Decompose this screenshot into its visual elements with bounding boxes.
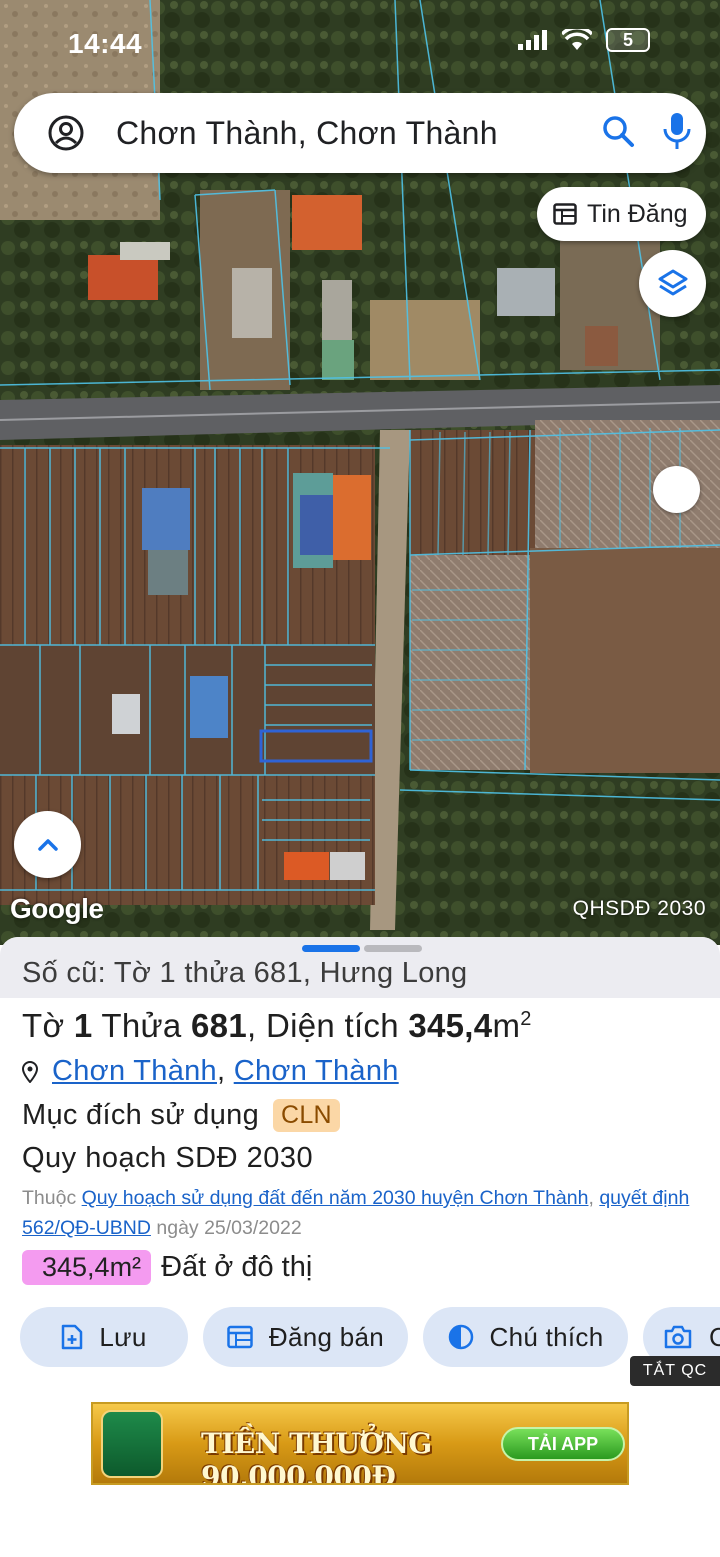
purpose-code-badge: CLN	[273, 1099, 340, 1132]
handle-inactive[interactable]	[364, 945, 422, 952]
google-logo: Google	[10, 893, 104, 924]
layers-icon	[658, 269, 687, 295]
area-value: 345,4	[408, 1007, 493, 1044]
search-bar[interactable]: Chơn Thành, Chơn Thành	[14, 93, 706, 173]
signal-icon	[518, 30, 547, 50]
parcel-number: 681	[191, 1007, 247, 1044]
area-badge: 345,4m²	[22, 1250, 152, 1285]
ad-download-button[interactable]: TẢI APP	[501, 1427, 625, 1461]
purpose-label: Mục đích sử dụng	[22, 1099, 259, 1131]
parcel-label: Thửa	[101, 1007, 182, 1044]
map-layer-label: QHSDĐ 2030	[572, 897, 706, 920]
map-view[interactable]: 14:44 5 Chơn Thành, Chơn Thành Tin Đăng …	[0, 0, 720, 945]
expand-up-button[interactable]	[14, 811, 81, 878]
status-time: 14:44	[68, 28, 143, 59]
wifi-icon	[562, 29, 592, 50]
plan-description: Thuộc Quy hoạch sử dụng đất đến năm 2030…	[22, 1187, 690, 1239]
camera-icon	[664, 1325, 692, 1349]
battery-icon: 5	[606, 28, 650, 52]
capture-label: C	[709, 1321, 720, 1352]
old-parcel-number: Số cũ: Tờ 1 thửa 681, Hưng Long	[22, 957, 468, 989]
sheet-number: 1	[73, 1007, 93, 1044]
legend-label: Chú thích	[489, 1321, 604, 1352]
plan-title: Quy hoạch SDĐ 2030	[22, 1142, 314, 1174]
zoning-area: 345,4m² Đất ở đô thị	[22, 1250, 312, 1285]
ad-game-icon	[101, 1410, 163, 1478]
contrast-icon	[448, 1324, 473, 1350]
save-label: Lưu	[99, 1321, 147, 1352]
hide-ads-button[interactable]: TẮT QC	[630, 1356, 720, 1386]
plan-link[interactable]: Quy hoạch sử dụng đất đến năm 2030 huyện…	[82, 1187, 589, 1209]
location-pin-icon	[22, 1060, 38, 1083]
tin-dang-button[interactable]: Tin Đăng	[537, 187, 706, 241]
handle-active[interactable]	[302, 945, 360, 952]
chevron-up-icon	[37, 838, 58, 851]
layers-button[interactable]	[639, 250, 706, 317]
listing-icon	[553, 203, 577, 225]
calendar-table-icon	[227, 1325, 253, 1349]
status-bar: 14:44 5	[0, 22, 720, 62]
action-buttons: Lưu Đăng bán Chú thích C	[20, 1307, 720, 1367]
account-icon[interactable]	[48, 115, 84, 151]
parcel-summary: Tờ 1 Thửa 681, Diện tích 345,4m2	[22, 1007, 532, 1044]
parcel-info-sheet: Số cũ: Tờ 1 thửa 681, Hưng Long Tờ 1 Thử…	[0, 937, 720, 1557]
location-toggle-button[interactable]	[653, 466, 700, 513]
district-link[interactable]: Chơn Thành	[52, 1055, 217, 1087]
area-label: Diện tích	[265, 1007, 399, 1044]
legend-button[interactable]: Chú thích	[423, 1307, 628, 1367]
drag-handle[interactable]	[302, 945, 422, 952]
post-sale-button[interactable]: Đăng bán	[203, 1307, 408, 1367]
land-purpose: Mục đích sử dụng CLN	[22, 1099, 340, 1132]
post-sale-label: Đăng bán	[268, 1321, 385, 1352]
ad-banner[interactable]: TIỀN THƯỞNG 90,000,000Đ TẢI APP	[91, 1402, 629, 1485]
sheet-label: Tờ	[22, 1007, 65, 1044]
area-unit: m	[492, 1007, 521, 1044]
commune-link[interactable]: Chơn Thành	[234, 1055, 399, 1087]
tin-dang-label: Tin Đăng	[587, 199, 688, 228]
search-query[interactable]: Chơn Thành, Chơn Thành	[116, 115, 498, 152]
add-document-icon	[62, 1324, 83, 1350]
save-button[interactable]: Lưu	[20, 1307, 188, 1367]
decision-date: ngày 25/03/2022	[156, 1217, 302, 1239]
microphone-icon[interactable]	[662, 111, 692, 153]
plan-prefix: Thuộc	[22, 1187, 77, 1209]
status-icons: 5	[518, 28, 650, 52]
search-icon[interactable]	[600, 113, 638, 151]
location-line: Chơn Thành, Chơn Thành	[22, 1055, 399, 1088]
land-type: Đất ở đô thị	[161, 1251, 313, 1283]
